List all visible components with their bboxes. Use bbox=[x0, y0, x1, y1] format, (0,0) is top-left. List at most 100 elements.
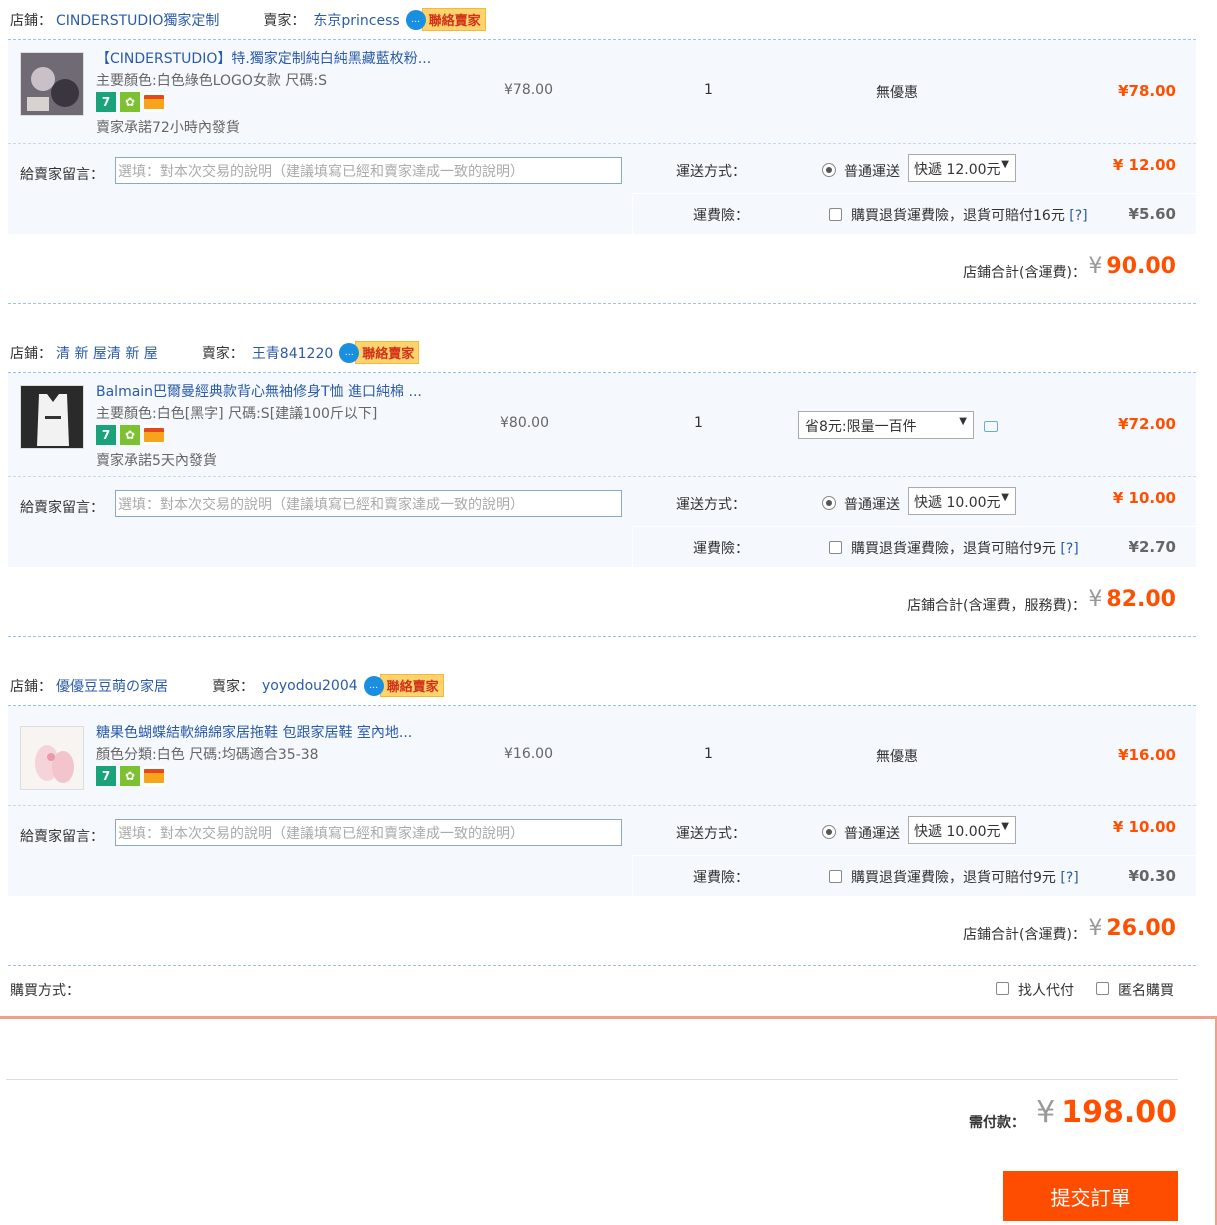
shipping-fee: ¥ 10.00 bbox=[1112, 489, 1176, 507]
normal-shipping-radio[interactable] bbox=[822, 163, 836, 177]
pay-label: 需付款： bbox=[969, 1115, 1025, 1131]
currency-symbol: ¥ bbox=[1088, 254, 1103, 279]
product-spec: 主要顏色:白色綠色LOGO女款 尺碼:S bbox=[96, 73, 327, 89]
contact-seller-button[interactable]: … 聯絡賣家 bbox=[363, 674, 444, 697]
shipping-method-row: 運送方式： 普通運送 快遞 12.00元 ▼ ¥ 12.00 bbox=[632, 144, 1196, 194]
message-label: 給賣家留言： bbox=[20, 829, 104, 845]
item-row: 【CINDERSTUDIO】特.獨家定制純白純黑藏藍枚粉... 主要顏色:白色綠… bbox=[8, 40, 1196, 144]
discount: 無優惠 bbox=[876, 85, 918, 101]
product-thumbnail[interactable] bbox=[20, 385, 84, 449]
contact-seller-label: 聯絡賣家 bbox=[421, 8, 486, 31]
contact-seller-label: 聯絡賣家 bbox=[355, 341, 420, 364]
item-row: Balmain巴爾曼經典款背心無袖修身T恤 進口純棉 ... 主要顏色:白色[黑… bbox=[8, 373, 1196, 477]
credit-card-icon[interactable] bbox=[144, 425, 164, 445]
message-area: 給賣家留言： 選填：對本次交易的說明（建議填寫已經和賣家達成一致的說明） bbox=[8, 806, 632, 896]
shipping-select[interactable]: 快遞 12.00元 ▼ bbox=[908, 154, 1016, 182]
chevron-down-icon: ▼ bbox=[1001, 821, 1009, 832]
service-badges: 7 ✿ bbox=[96, 92, 164, 112]
shipping-select[interactable]: 快遞 10.00元 ▼ bbox=[908, 816, 1016, 844]
anonymous-purchase-label[interactable]: 匿名購買 bbox=[1118, 980, 1174, 1000]
seven-day-return-icon[interactable]: 7 bbox=[96, 425, 116, 445]
store-total-label: 店鋪合計(含運費，服務費)： bbox=[907, 598, 1086, 614]
seven-day-return-icon[interactable]: 7 bbox=[96, 92, 116, 112]
insurance-text: 購買退貨運費險，退貨可賠付9元 bbox=[851, 870, 1056, 886]
unit-price: ¥78.00 bbox=[504, 82, 553, 98]
comment-icon[interactable] bbox=[984, 421, 998, 432]
seller-label: 賣家： bbox=[212, 678, 254, 695]
insurance-fee: ¥5.60 bbox=[1128, 205, 1176, 223]
normal-shipping-radio[interactable] bbox=[822, 496, 836, 510]
chat-bubble-icon: … bbox=[363, 675, 384, 696]
insurance-label: 運費險： bbox=[693, 208, 749, 224]
product-thumbnail[interactable] bbox=[20, 52, 84, 116]
credit-card-icon[interactable] bbox=[144, 766, 164, 786]
insurance-label: 運費險： bbox=[693, 870, 749, 886]
seven-day-return-icon[interactable]: 7 bbox=[96, 766, 116, 786]
store-label: 店鋪： bbox=[10, 678, 52, 695]
store-total-amount: 82.00 bbox=[1106, 587, 1176, 612]
seller-name-link[interactable]: 王青841220 bbox=[252, 343, 333, 363]
store-name-link[interactable]: 清 新 屋清 新 屋 bbox=[56, 343, 158, 363]
insurance-checkbox[interactable] bbox=[829, 870, 842, 883]
chevron-down-icon: ▼ bbox=[959, 416, 967, 427]
store-total-value: ¥82.00 bbox=[1088, 587, 1176, 612]
discount: 無優惠 bbox=[876, 749, 918, 765]
consumer-protection-icon[interactable]: ✿ bbox=[120, 766, 140, 786]
normal-shipping-label: 普通運送 bbox=[844, 164, 900, 180]
product-title-link[interactable]: 糖果色蝴蝶結軟綿綿家居拖鞋 包跟家居鞋 室內地... bbox=[96, 722, 412, 742]
message-label: 給賣家留言： bbox=[20, 500, 104, 516]
insurance-help-link[interactable]: [?] bbox=[1060, 541, 1078, 557]
credit-card-icon[interactable] bbox=[144, 92, 164, 112]
consumer-protection-icon[interactable]: ✿ bbox=[120, 425, 140, 445]
buy-mode-row: 購買方式： 找人代付 匿名購買 bbox=[8, 968, 1196, 1014]
consumer-protection-icon[interactable]: ✿ bbox=[120, 92, 140, 112]
service-badges: 7 ✿ bbox=[96, 425, 164, 445]
store-name-link[interactable]: CINDERSTUDIO獨家定制 bbox=[56, 10, 219, 30]
order-summary: 需付款： ¥198.00 提交訂單 bbox=[0, 1016, 1217, 1225]
seller-name-link[interactable]: yoyodou2004 bbox=[262, 678, 358, 694]
store-name-link[interactable]: 優優豆豆萌の家居 bbox=[56, 676, 168, 696]
insurance-checkbox[interactable] bbox=[829, 541, 842, 554]
product-spec: 顏色分類:白色 尺碼:均碼適合35-38 bbox=[96, 747, 319, 763]
buy-mode-label: 購買方式： bbox=[10, 983, 80, 999]
seller-name-link[interactable]: 东京princess bbox=[313, 10, 399, 30]
insurance-row: 運費險： 購買退貨運費險，退貨可賠付16元 [?] ¥5.60 bbox=[632, 195, 1196, 234]
proxy-pay-checkbox[interactable] bbox=[996, 982, 1009, 995]
insurance-fee: ¥0.30 bbox=[1128, 867, 1176, 885]
contact-seller-button[interactable]: … 聯絡賣家 bbox=[339, 341, 420, 364]
item-subtotal: ¥72.00 bbox=[1118, 415, 1176, 433]
shipping-select[interactable]: 快遞 10.00元 ▼ bbox=[908, 487, 1016, 515]
message-label: 給賣家留言： bbox=[20, 167, 104, 183]
insurance-help-link[interactable]: [?] bbox=[1069, 208, 1087, 224]
submit-order-button[interactable]: 提交訂單 bbox=[1003, 1171, 1178, 1221]
message-input[interactable]: 選填：對本次交易的說明（建議填寫已經和賣家達成一致的說明） bbox=[115, 157, 622, 184]
message-shipping-row: 給賣家留言： 選填：對本次交易的說明（建議填寫已經和賣家達成一致的說明） 運送方… bbox=[8, 477, 1196, 567]
store-header: 店鋪： CINDERSTUDIO獨家定制 賣家： 东京princess … 聯絡… bbox=[8, 0, 1196, 40]
store-total-amount: 90.00 bbox=[1106, 254, 1176, 279]
currency-symbol: ¥ bbox=[1088, 916, 1103, 941]
contact-seller-button[interactable]: … 聯絡賣家 bbox=[405, 8, 486, 31]
seller-label: 賣家： bbox=[263, 12, 306, 29]
normal-shipping-radio[interactable] bbox=[822, 825, 836, 839]
shipping-method-label: 運送方式： bbox=[676, 826, 746, 842]
insurance-label: 運費險： bbox=[693, 541, 749, 557]
store-section-3: 店鋪： 優優豆豆萌の家居 賣家： yoyodou2004 … 聯絡賣家 糖果色蝴… bbox=[8, 666, 1196, 966]
store-label: 店鋪： bbox=[10, 12, 52, 29]
product-title-link[interactable]: 【CINDERSTUDIO】特.獨家定制純白純黑藏藍枚粉... bbox=[96, 48, 431, 68]
product-title-link[interactable]: Balmain巴爾曼經典款背心無袖修身T恤 進口純棉 ... bbox=[96, 381, 422, 401]
product-thumbnail[interactable] bbox=[20, 726, 84, 790]
message-input[interactable]: 選填：對本次交易的說明（建議填寫已經和賣家達成一致的說明） bbox=[115, 490, 622, 517]
shipping-method-row: 運送方式： 普通運送 快遞 10.00元 ▼ ¥ 10.00 bbox=[632, 806, 1196, 856]
proxy-pay-label[interactable]: 找人代付 bbox=[1018, 980, 1074, 1000]
store-section-1: 店鋪： CINDERSTUDIO獨家定制 賣家： 东京princess … 聯絡… bbox=[8, 0, 1196, 304]
insurance-checkbox[interactable] bbox=[829, 208, 842, 221]
anonymous-purchase-checkbox[interactable] bbox=[1096, 982, 1109, 995]
insurance-help-link[interactable]: [?] bbox=[1060, 870, 1078, 886]
chevron-down-icon: ▼ bbox=[1001, 159, 1009, 170]
message-input[interactable]: 選填：對本次交易的說明（建議填寫已經和賣家達成一致的說明） bbox=[115, 819, 622, 846]
promotion-select[interactable]: 省8元:限量一百件 ▼ bbox=[798, 411, 974, 439]
insurance-row: 運費險： 購買退貨運費險，退貨可賠付9元 [?] ¥2.70 bbox=[632, 528, 1196, 567]
store-total-value: ¥26.00 bbox=[1088, 916, 1176, 941]
shipping-method-row: 運送方式： 普通運送 快遞 10.00元 ▼ ¥ 10.00 bbox=[632, 477, 1196, 527]
store-total: 店鋪合計(含運費)： ¥90.00 bbox=[8, 234, 1196, 304]
